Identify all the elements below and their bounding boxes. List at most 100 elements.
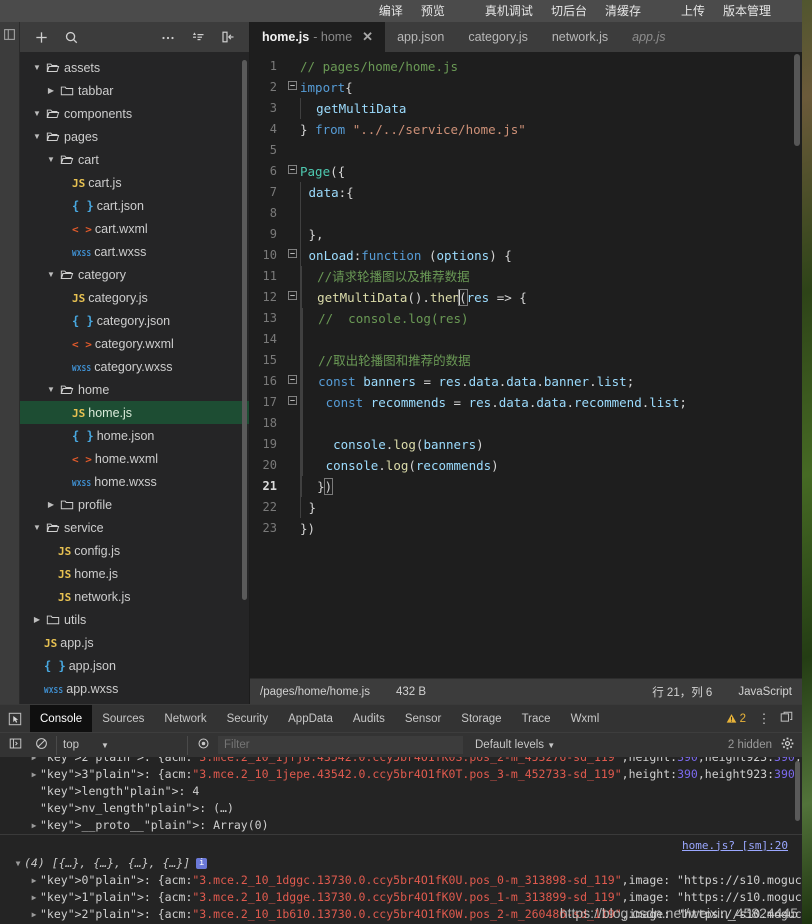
code-line[interactable]: 16 const banners = res.data.data.banner.… (250, 371, 802, 392)
editor-scrollbar[interactable] (794, 54, 800, 146)
devtools-tab-console[interactable]: Console (30, 705, 93, 732)
devtools-tab-appdata[interactable]: AppData (278, 705, 343, 732)
tree-file-row[interactable]: < > cart.wxml (20, 217, 249, 240)
expand-arrow-icon[interactable]: ▶ (28, 872, 40, 889)
close-icon[interactable]: ✕ (362, 29, 373, 45)
devtools-tab-network[interactable]: Network (154, 705, 216, 732)
expand-arrow-icon[interactable]: ▶ (28, 757, 40, 766)
expand-arrow-icon[interactable]: ▶ (28, 766, 40, 783)
editor-tab-app-js[interactable]: app.js (620, 22, 677, 52)
menu-background[interactable]: 切后台 (542, 0, 596, 22)
expand-arrow-icon[interactable]: ▶ (28, 817, 40, 834)
fold-toggle-icon[interactable] (284, 245, 300, 266)
code-line[interactable]: 11 //请求轮播图以及推荐数据 (250, 266, 802, 287)
editor-tab-category-js[interactable]: category.js (456, 22, 540, 52)
fold-toggle-icon[interactable] (284, 77, 300, 98)
devtools-tab-audits[interactable]: Audits (343, 705, 395, 732)
tree-file-row[interactable]: JS home.js (20, 401, 249, 424)
tree-folder-row[interactable]: ▼ cart (20, 148, 249, 171)
code-line[interactable]: 9 }, (250, 224, 802, 245)
warning-badge[interactable]: 2 (720, 713, 752, 725)
code-line[interactable]: 20 console.log(recommends) (250, 455, 802, 476)
explorer-icon[interactable] (3, 28, 16, 41)
console-sidebar-toggle[interactable] (4, 737, 26, 753)
log-levels-dropdown[interactable]: Default levels ▼ (475, 739, 555, 751)
status-cursor-position[interactable]: 行 21，列 6 (652, 684, 712, 700)
devtools-tab-sources[interactable]: Sources (92, 705, 154, 732)
add-file-button[interactable] (28, 25, 54, 49)
editor-tab-strip[interactable]: home.js - home ✕ app.json category.js network… (250, 22, 802, 52)
expand-arrow-icon[interactable]: ▶ (28, 906, 40, 923)
menu-clear-cache[interactable]: 清缓存 (596, 0, 650, 22)
menu-real-device-debug[interactable]: 真机调试 (476, 0, 542, 22)
fold-toggle-icon[interactable] (284, 392, 300, 413)
tree-file-row[interactable]: { } home.json (20, 424, 249, 447)
menu-upload[interactable]: 上传 (672, 0, 714, 22)
devtools-tab-storage[interactable]: Storage (451, 705, 511, 732)
console-object-row[interactable]: ▶ "key">2 "plain" >: {acm: "3.mce.2_10_1jfj… (0, 757, 802, 766)
chevron-right-icon[interactable]: ▶ (44, 500, 58, 509)
chevron-right-icon[interactable]: ▶ (30, 615, 44, 624)
more-options-button[interactable] (155, 25, 181, 49)
fold-toggle-icon[interactable] (284, 161, 300, 182)
devtools-tab-trace[interactable]: Trace (512, 705, 561, 732)
fold-toggle-icon[interactable] (284, 371, 300, 392)
tree-folder-row[interactable]: ▶ profile (20, 493, 249, 516)
menu-compile[interactable]: 编译 (370, 0, 412, 22)
console-output[interactable]: ▶ "key">2 "plain" >: {acm: "3.mce.2_10_1jfj… (0, 757, 802, 924)
code-line[interactable]: 4} from "../../service/home.js" (250, 119, 802, 140)
search-button[interactable] (58, 25, 84, 49)
inspect-element-icon[interactable] (0, 705, 30, 732)
code-line[interactable]: 21 }) (250, 476, 802, 497)
console-object-row[interactable]: "key">nv_length "plain" >: (…) (0, 800, 802, 817)
tree-file-row[interactable]: WXSS home.wxss (20, 470, 249, 493)
tree-file-row[interactable]: JS home.js (20, 562, 249, 585)
tree-folder-row[interactable]: ▶ utils (20, 608, 249, 631)
tree-file-row[interactable]: JS cart.js (20, 171, 249, 194)
tree-folder-row[interactable]: ▼ category (20, 263, 249, 286)
code-line[interactable]: 1 // pages/home/home.js (250, 56, 802, 77)
editor-tab-app-json[interactable]: app.json (385, 22, 456, 52)
tree-file-row[interactable]: { } category.json (20, 309, 249, 332)
chevron-down-icon[interactable]: ▼ (30, 109, 44, 118)
fold-toggle-icon[interactable] (284, 287, 300, 308)
console-object-row[interactable]: ▶ "key">3 "plain" >: {acm: "3.mce.2_10_1jep… (0, 766, 802, 783)
code-line[interactable]: 5 (250, 140, 802, 161)
live-expression-icon[interactable] (192, 737, 214, 753)
menu-version-manage[interactable]: 版本管理 (714, 0, 780, 22)
tree-folder-row[interactable]: ▼ home (20, 378, 249, 401)
code-line[interactable]: 8 (250, 203, 802, 224)
menu-preview[interactable]: 预览 (412, 0, 454, 22)
console-object-row[interactable]: ▶ "key">1 "plain" >: {acm: "3.mce.2_10_1dgg… (0, 889, 802, 906)
code-line[interactable]: 6 Page({ (250, 161, 802, 182)
chevron-down-icon[interactable]: ▼ (44, 155, 58, 164)
code-content[interactable]: 1 // pages/home/home.js 2 import{3 getMulti… (250, 52, 802, 539)
expand-arrow-icon[interactable]: ▼ (12, 855, 24, 872)
tree-file-row[interactable]: JS category.js (20, 286, 249, 309)
tree-folder-row[interactable]: ▼ pages (20, 125, 249, 148)
tree-folder-row[interactable]: ▼ components (20, 102, 249, 125)
code-line[interactable]: 3 getMultiData (250, 98, 802, 119)
tree-file-row[interactable]: JS app.js (20, 631, 249, 654)
console-object-row[interactable]: ▶ "key">__proto__ "plain" >: Array(0) (0, 817, 802, 834)
editor-tab-home-js[interactable]: home.js - home ✕ (250, 22, 386, 52)
devtools-tab-sensor[interactable]: Sensor (395, 705, 451, 732)
code-line[interactable]: 18 (250, 413, 802, 434)
tree-file-row[interactable]: < > category.wxml (20, 332, 249, 355)
file-tree[interactable]: ▼ assets ▶ tabbar ▼ components ▼ pages ▼ cart JS ca… (20, 52, 249, 704)
console-array-header[interactable]: ▼ (4) [{…}, {…}, {…}, {…}] i (0, 855, 802, 872)
sort-files-button[interactable] (185, 25, 211, 49)
devtools-more-icon[interactable]: ⋮ (754, 711, 774, 727)
devtools-dock-icon[interactable] (776, 711, 796, 727)
code-line[interactable]: 23}) (250, 518, 802, 539)
clear-console-button[interactable] (30, 737, 52, 753)
tree-file-row[interactable]: < > home.wxml (20, 447, 249, 470)
tree-file-row[interactable]: JS network.js (20, 585, 249, 608)
console-filter-input[interactable] (218, 736, 463, 754)
code-line[interactable]: 22 } (250, 497, 802, 518)
code-line[interactable]: 14 (250, 329, 802, 350)
status-language-mode[interactable]: JavaScript (738, 686, 792, 698)
chevron-down-icon[interactable]: ▼ (30, 132, 44, 141)
devtools-tabs[interactable]: Console Sources Network Security AppData Audi… (30, 705, 609, 732)
code-line[interactable]: 17 const recommends = res.data.data.reco… (250, 392, 802, 413)
